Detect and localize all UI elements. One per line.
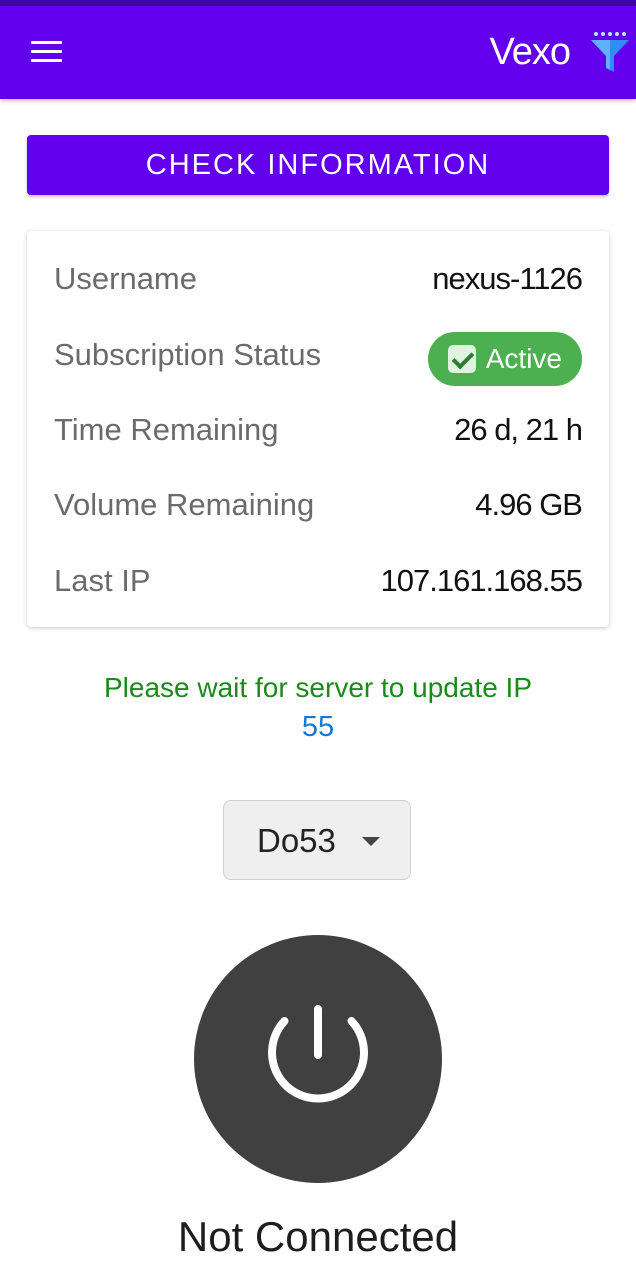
protocol-selected-value: Do53 <box>257 822 336 859</box>
power-icon <box>268 1005 368 1103</box>
info-row-username: Username nexus-1126 <box>27 249 609 309</box>
info-label: Volume Remaining <box>54 487 315 522</box>
hamburger-menu-icon[interactable] <box>22 32 70 72</box>
status-text: Active <box>485 343 562 374</box>
info-label: Time Remaining <box>54 412 279 447</box>
check-information-button[interactable]: CHECK INFORMATION <box>27 135 609 195</box>
status-badge: Active <box>427 332 582 386</box>
info-row-last-ip: Last IP 107.161.168.55 <box>27 551 609 611</box>
volume-remaining-value: 4.96 GB <box>475 487 583 522</box>
info-row-time-remaining: Time Remaining 26 d, 21 h <box>27 400 609 460</box>
app-bar: Vexo <box>0 6 636 99</box>
info-label: Last IP <box>54 563 151 598</box>
countdown-counter: 55 <box>301 711 335 743</box>
info-row-volume-remaining: Volume Remaining 4.96 GB <box>27 475 609 535</box>
check-mark-icon <box>447 345 476 373</box>
funnel-filter-icon[interactable] <box>588 28 632 76</box>
info-label: Subscription Status <box>54 337 322 372</box>
info-row-subscription-status: Subscription Status Active <box>27 325 609 386</box>
time-remaining-value: 26 d, 21 h <box>454 412 583 447</box>
account-info-card: Username nexus-1126 Subscription Status … <box>27 231 609 627</box>
connection-status-text: Not Connected <box>177 1213 459 1260</box>
dropdown-caret-icon <box>362 837 380 846</box>
last-ip-value: 107.161.168.55 <box>380 563 583 598</box>
username-value: nexus-1126 <box>432 261 583 296</box>
app-brand: Vexo <box>489 31 571 73</box>
update-ip-notice: Please wait for server to update IP <box>104 672 532 703</box>
power-button[interactable] <box>194 935 442 1183</box>
protocol-dropdown[interactable]: Do53 <box>223 800 411 880</box>
info-label: Username <box>54 261 197 296</box>
